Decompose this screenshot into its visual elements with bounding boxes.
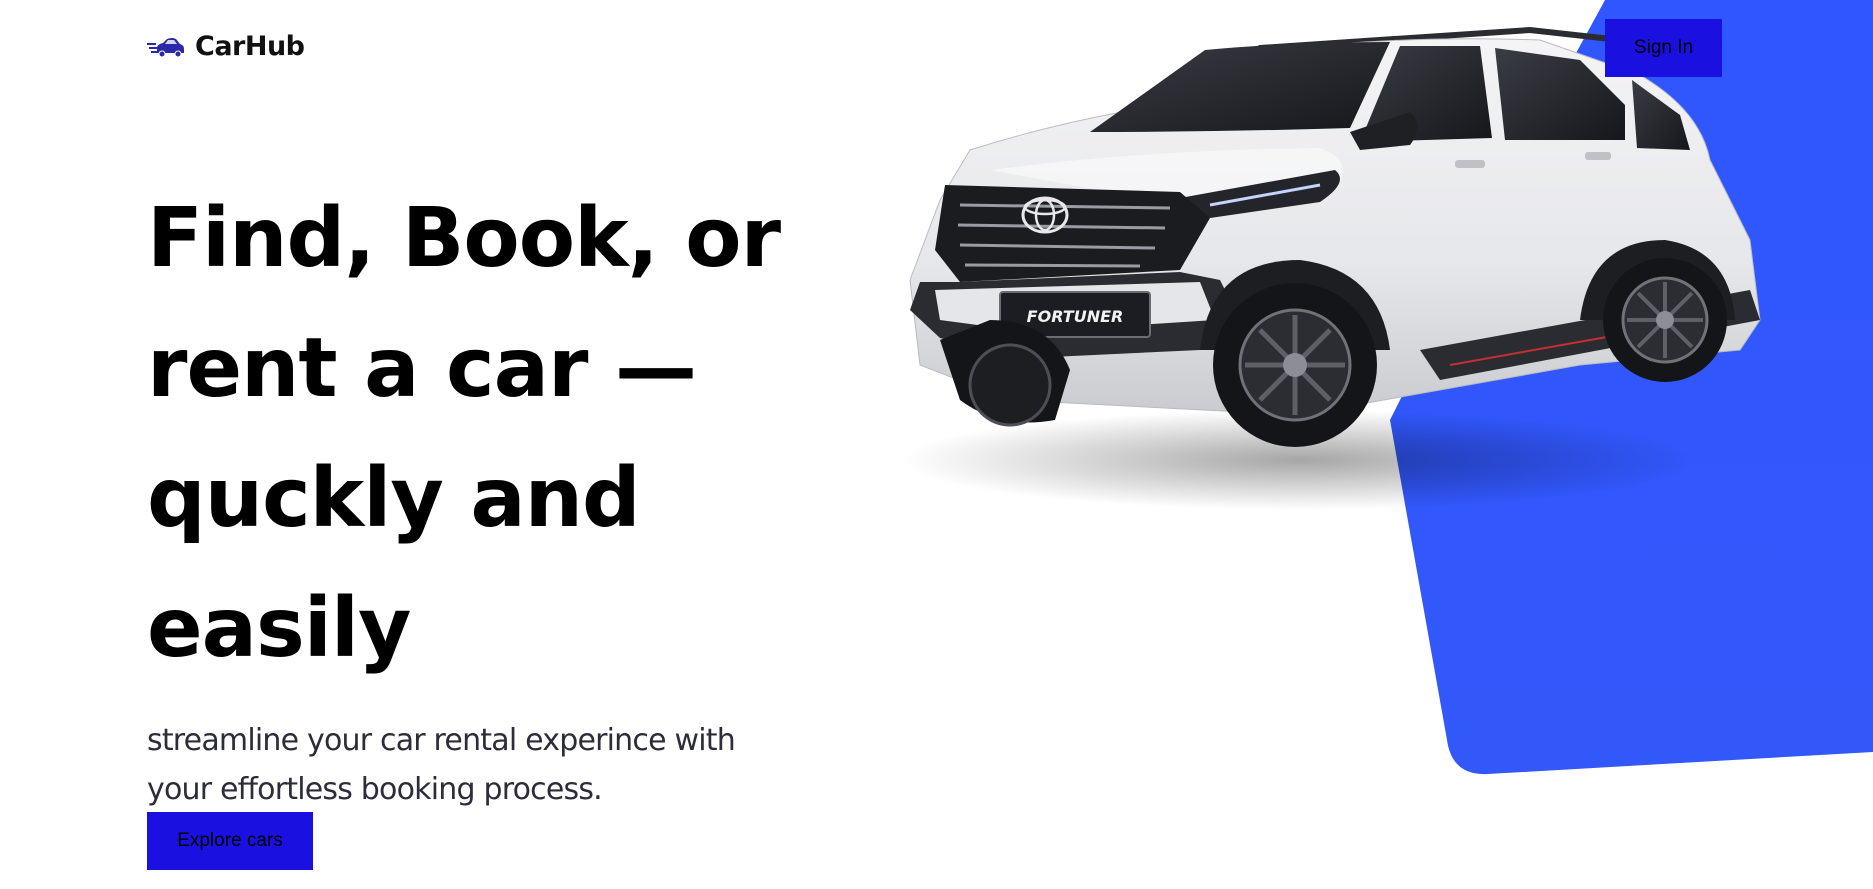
hero-title: Find, Book, or rent a car — quckly and e… (147, 191, 781, 676)
sign-in-button[interactable]: Sign In (1605, 19, 1722, 77)
navbar: CarHub Sign In (0, 0, 1873, 96)
explore-cars-button[interactable]: Explore cars (147, 812, 313, 870)
hero-subtitle: streamline your car rental experince wit… (147, 723, 736, 807)
hero-car-image: FORTUNER (900, 26, 1761, 510)
speeding-car-icon (147, 38, 184, 58)
plate-text: FORTUNER (1027, 307, 1124, 326)
brand-logo[interactable]: CarHub (147, 32, 305, 62)
brand-name: CarHub (195, 31, 305, 62)
